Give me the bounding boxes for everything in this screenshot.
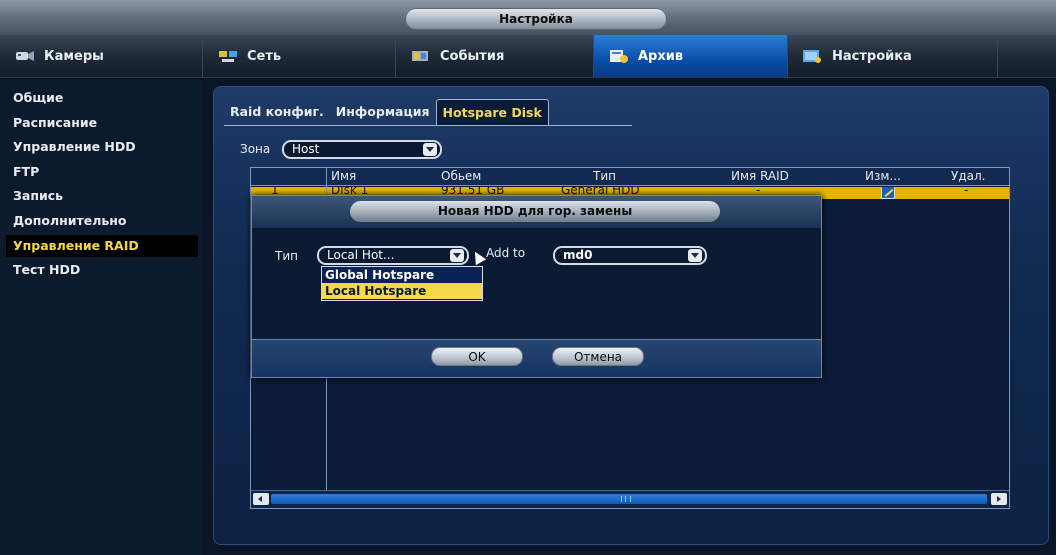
column-header-capacity: Обьем (441, 169, 482, 183)
option-local-hotspare[interactable]: Local Hotspare (322, 283, 482, 299)
tab-label: Сеть (247, 48, 282, 64)
add-to-label: Add to (486, 246, 526, 260)
grip-icon (621, 496, 631, 502)
subtab-underline (224, 125, 632, 126)
chevron-down-icon[interactable] (423, 143, 437, 156)
cancel-button[interactable]: Отмена (552, 347, 644, 366)
tab-label: Камеры (44, 48, 104, 64)
sidebar-item-hdd-management[interactable]: Управление HDD (13, 136, 136, 158)
tab-events[interactable]: События (396, 35, 594, 77)
subtab-raid-config[interactable]: Raid конфиг. (224, 99, 330, 125)
type-select[interactable]: Local Hot... (317, 246, 469, 265)
sidebar-item-advanced[interactable]: Дополнительно (13, 210, 127, 232)
main-tab-bar: Камеры Сеть События Архив Настройка (0, 35, 1056, 78)
zone-select-value: Host (292, 142, 320, 156)
column-header-delete: Удал. (951, 169, 986, 183)
app-window: Настройка Камеры Сеть События Архив Наст… (0, 0, 1056, 555)
scrollbar-thumb[interactable] (271, 494, 987, 504)
tab-label: События (440, 48, 505, 64)
add-to-select[interactable]: md0 (553, 246, 707, 265)
chevron-down-icon[interactable] (450, 249, 464, 262)
new-hotspare-dialog: Новая HDD для гор. замены Тип Local Hot.… (251, 195, 822, 378)
tab-cameras[interactable]: Камеры (0, 35, 203, 77)
archive-icon (608, 48, 630, 64)
scroll-left-icon[interactable] (253, 493, 269, 505)
tab-label: Настройка (832, 48, 912, 64)
sidebar-item-hdd-test[interactable]: Тест HDD (13, 259, 80, 281)
settings-icon (802, 48, 824, 64)
scroll-right-icon[interactable] (991, 493, 1007, 505)
column-header-name: Имя (331, 169, 357, 183)
edit-icon[interactable] (881, 187, 895, 199)
tab-label: Архив (638, 48, 684, 64)
tab-archive[interactable]: Архив (594, 35, 788, 77)
chevron-down-icon[interactable] (688, 249, 702, 262)
camera-icon (14, 48, 36, 64)
type-dropdown-list: Global Hotspare Local Hotspare (321, 266, 483, 301)
column-header-raid-name: Имя RAID (731, 169, 789, 183)
type-label: Тип (275, 249, 298, 263)
sidebar-item-schedule[interactable]: Расписание (13, 112, 97, 134)
horizontal-scrollbar[interactable] (251, 490, 1009, 508)
mouse-cursor-icon (469, 248, 487, 266)
title-bar: Настройка (0, 0, 1056, 35)
events-icon (410, 48, 432, 64)
sidebar-item-raid-management[interactable]: Управление RAID (6, 235, 198, 257)
zone-label: Зона (240, 142, 271, 156)
sidebar-item-ftp[interactable]: FTP (13, 161, 39, 183)
table-header: Имя Обьем Тип Имя RAID Изм... Удал. (251, 168, 1009, 186)
zone-select[interactable]: Host (282, 140, 442, 159)
column-header-edit: Изм... (865, 169, 901, 183)
tab-network[interactable]: Сеть (203, 35, 396, 77)
option-global-hotspare[interactable]: Global Hotspare (322, 267, 482, 283)
column-header-type: Тип (593, 169, 616, 183)
tab-settings[interactable]: Настройка (788, 35, 998, 77)
sidebar-item-general[interactable]: Общие (13, 87, 63, 109)
cell-delete[interactable]: - (964, 187, 968, 197)
type-select-value: Local Hot... (327, 248, 395, 262)
ok-button[interactable]: OK (431, 347, 523, 366)
subtab-bar: Raid конфиг. Информация Hotspare Disk (224, 99, 549, 125)
add-to-select-value: md0 (563, 248, 593, 262)
subtab-hotspare-disk[interactable]: Hotspare Disk (435, 99, 549, 125)
subtab-info[interactable]: Информация (330, 99, 436, 125)
dialog-footer: OK Отмена (252, 339, 821, 377)
sidebar: Общие Расписание Управление HDD FTP Запи… (0, 80, 203, 555)
network-icon (217, 48, 239, 64)
window-title: Настройка (405, 8, 667, 30)
dialog-title: Новая HDD для гор. замены (350, 201, 720, 222)
sidebar-item-record[interactable]: Запись (13, 185, 63, 207)
